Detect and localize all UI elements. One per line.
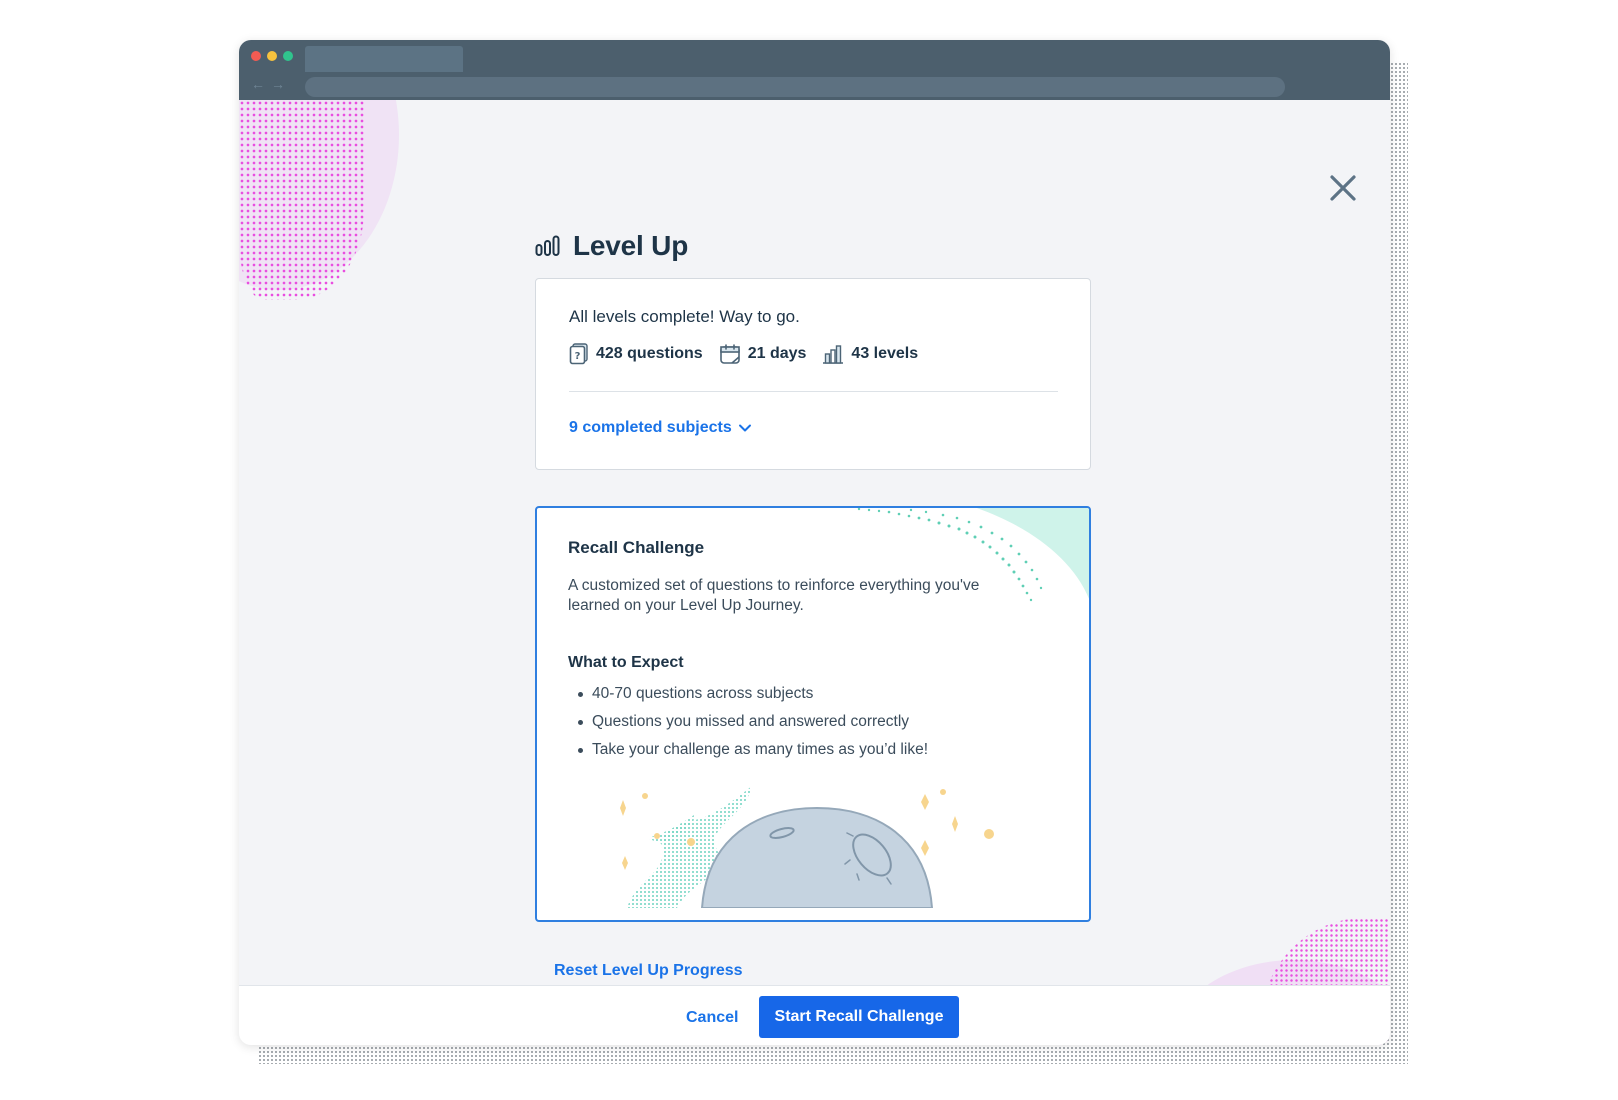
close-window-light[interactable] bbox=[251, 51, 261, 61]
recall-challenge-description: A customized set of questions to reinfor… bbox=[568, 577, 980, 614]
decor-dots-top-left bbox=[239, 100, 364, 300]
close-icon bbox=[1330, 175, 1356, 201]
stat-questions-label: 428 questions bbox=[596, 345, 703, 362]
stage: ← → Level Up All levels complete! Way to… bbox=[0, 0, 1618, 1100]
back-arrow-icon[interactable]: ← bbox=[251, 75, 265, 93]
cancel-button[interactable]: Cancel bbox=[674, 998, 750, 1038]
modal-footer: Cancel Start Recall Challenge bbox=[239, 985, 1390, 1045]
list-item: Take your challenge as many times as you… bbox=[568, 738, 928, 766]
browser-tab[interactable] bbox=[305, 46, 463, 72]
stat-questions: ? 428 questions bbox=[569, 343, 703, 365]
close-button[interactable] bbox=[1327, 172, 1359, 204]
completion-headline: All levels complete! Way to go. bbox=[569, 307, 800, 326]
bar-chart-icon bbox=[823, 345, 844, 364]
what-to-expect-heading: What to Expect bbox=[568, 654, 684, 671]
reset-progress-link[interactable]: Reset Level Up Progress bbox=[554, 962, 743, 980]
expectation-list: 40-70 questions across subjects Question… bbox=[568, 682, 928, 766]
level-bars-icon bbox=[535, 235, 560, 256]
recall-challenge-title: Recall Challenge bbox=[568, 538, 705, 557]
stat-levels: 43 levels bbox=[822, 343, 918, 365]
browser-chrome: ← → bbox=[239, 40, 1390, 100]
address-bar[interactable] bbox=[305, 77, 1285, 97]
list-item: 40-70 questions across subjects bbox=[568, 682, 928, 710]
completed-subjects-toggle[interactable]: 9 completed subjects bbox=[569, 419, 752, 437]
card-divider bbox=[569, 391, 1058, 392]
minimize-window-light[interactable] bbox=[267, 51, 277, 61]
progress-card: All levels complete! Way to go. ? 428 qu… bbox=[535, 278, 1091, 470]
list-item: Questions you missed and answered correc… bbox=[568, 710, 928, 738]
maximize-window-light[interactable] bbox=[283, 51, 293, 61]
moon-illustration bbox=[620, 786, 994, 908]
page-title: Level Up bbox=[573, 230, 689, 261]
forward-arrow-icon[interactable]: → bbox=[271, 75, 285, 93]
stat-days: 21 days bbox=[719, 343, 807, 365]
window-controls bbox=[251, 51, 293, 61]
stat-days-label: 21 days bbox=[747, 345, 807, 362]
stats-row: ? 428 questions 21 days 43 levels bbox=[569, 343, 918, 365]
stat-levels-label: 43 levels bbox=[851, 345, 919, 362]
calendar-icon bbox=[719, 344, 740, 364]
modal-content: Level Up All levels complete! Way to go.… bbox=[239, 100, 1390, 1045]
svg-text:?: ? bbox=[575, 351, 581, 362]
modal-header: Level Up bbox=[535, 230, 688, 262]
start-recall-challenge-button[interactable]: Start Recall Challenge bbox=[759, 996, 959, 1038]
chevron-down-icon bbox=[738, 424, 751, 432]
question-card-icon: ? bbox=[569, 343, 588, 365]
browser-window: ← → Level Up All levels complete! Way to… bbox=[239, 40, 1390, 1045]
recall-challenge-card[interactable]: Recall Challenge A customized set of que… bbox=[535, 506, 1091, 922]
completed-subjects-label: 9 completed subjects bbox=[569, 419, 732, 436]
browser-nav: ← → bbox=[251, 75, 285, 93]
